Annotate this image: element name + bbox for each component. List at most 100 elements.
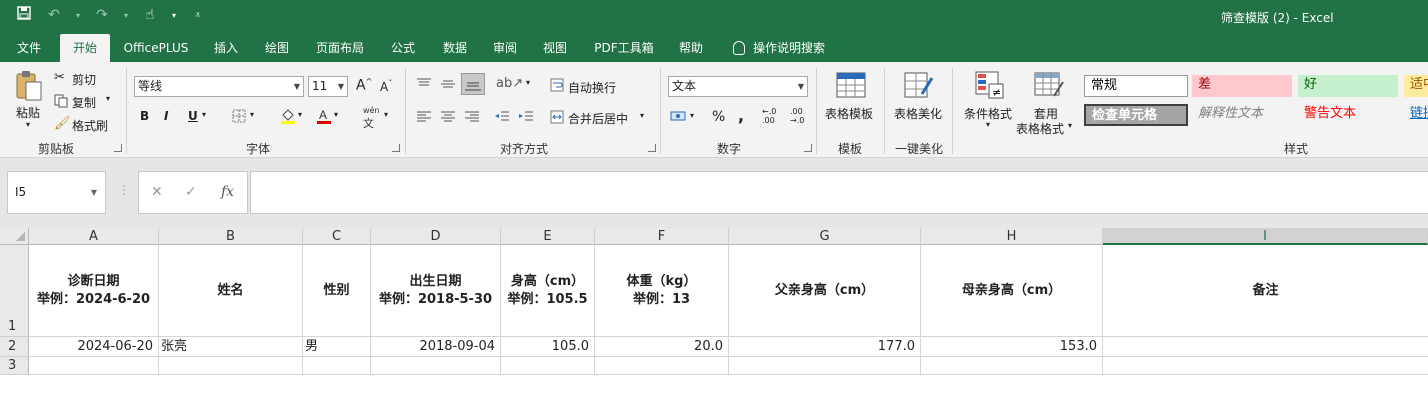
touch-mode-icon[interactable]: ☝	[140, 7, 160, 23]
format-as-table-dropdown-icon[interactable]: ▾	[1068, 121, 1072, 130]
row-header-1[interactable]: 1	[0, 245, 29, 337]
cell-g2[interactable]: 177.0	[729, 337, 921, 357]
comma-style-button[interactable]: ,	[738, 106, 744, 125]
style-explanatory[interactable]: 解释性文本	[1192, 104, 1292, 126]
decrease-decimal-button[interactable]: .00 →.0	[790, 107, 810, 125]
select-all-button[interactable]	[0, 228, 29, 245]
borders-dropdown-icon[interactable]: ▾	[250, 110, 254, 119]
cell-i3[interactable]	[1103, 357, 1428, 375]
tab-insert[interactable]: 插入	[204, 34, 248, 62]
copy-dropdown-icon[interactable]: ▾	[106, 94, 110, 103]
merge-center-button[interactable]: 合并后居中	[568, 110, 628, 127]
tab-page-layout[interactable]: 页面布局	[306, 34, 374, 62]
cell-b1[interactable]: 姓名	[159, 245, 303, 337]
style-neutral[interactable]: 适中	[1404, 75, 1428, 97]
font-color-dropdown-icon[interactable]: ▾	[334, 110, 338, 119]
column-header-d[interactable]: D	[371, 228, 501, 245]
tab-officeplus[interactable]: OfficePLUS	[116, 34, 196, 62]
font-size-select[interactable]: 11 ▼	[308, 76, 348, 97]
cell-a1[interactable]: 诊断日期 举例：2024-6-20	[29, 245, 159, 337]
style-check-cell[interactable]: 检查单元格	[1084, 104, 1188, 126]
cell-f1[interactable]: 体重（kg） 举例：13	[595, 245, 729, 337]
tab-home[interactable]: 开始	[60, 34, 110, 62]
copy-icon[interactable]	[54, 94, 68, 111]
merge-dropdown-icon[interactable]: ▾	[640, 111, 644, 120]
format-painter-button[interactable]: 格式刷	[72, 117, 108, 134]
font-name-select[interactable]: 等线 ▼	[134, 76, 304, 97]
percent-style-button[interactable]: %	[712, 109, 725, 125]
merge-center-icon[interactable]	[550, 110, 564, 127]
cell-f2[interactable]: 20.0	[595, 337, 729, 357]
increase-indent-icon[interactable]	[518, 110, 534, 127]
conditional-dropdown-icon[interactable]: ▾	[986, 120, 990, 129]
cell-f3[interactable]	[595, 357, 729, 375]
cell-c1[interactable]: 性别	[303, 245, 371, 337]
name-box[interactable]: I5 ▼	[7, 171, 106, 214]
align-bottom-icon[interactable]	[461, 73, 485, 95]
align-top-icon[interactable]	[416, 77, 432, 94]
redo-icon[interactable]: ↷	[92, 7, 112, 23]
number-format-select[interactable]: 文本 ▼	[668, 76, 808, 97]
format-as-table-icon[interactable]	[1034, 70, 1064, 103]
cell-g1[interactable]: 父亲身高（cm）	[729, 245, 921, 337]
tab-draw[interactable]: 绘图	[254, 34, 300, 62]
orientation-icon[interactable]: ab↗	[496, 76, 523, 91]
column-header-f[interactable]: F	[595, 228, 729, 245]
tab-file[interactable]: 文件	[6, 34, 52, 62]
column-header-h[interactable]: H	[921, 228, 1103, 245]
clipboard-launcher-icon[interactable]	[114, 144, 122, 152]
cell-d2[interactable]: 2018-09-04	[371, 337, 501, 357]
cell-b2[interactable]: 张亮	[159, 337, 303, 357]
underline-dropdown-icon[interactable]: ▾	[202, 110, 206, 119]
column-header-a[interactable]: A	[29, 228, 159, 245]
align-center-icon[interactable]	[440, 110, 456, 127]
table-template-icon[interactable]	[836, 70, 866, 103]
table-beautify-icon[interactable]	[904, 70, 934, 103]
fill-color-icon[interactable]	[280, 107, 296, 128]
enter-icon[interactable]: ✓	[185, 184, 197, 200]
row-header-2[interactable]: 2	[0, 337, 29, 357]
style-normal[interactable]: 常规	[1084, 75, 1188, 97]
style-bad[interactable]: 差	[1192, 75, 1292, 97]
cell-e3[interactable]	[501, 357, 595, 375]
paste-icon[interactable]	[14, 70, 44, 105]
font-launcher-icon[interactable]	[392, 144, 400, 152]
touch-dropdown-icon[interactable]: ▾	[170, 11, 178, 20]
paste-button[interactable]: 粘贴	[16, 104, 40, 121]
cell-i2[interactable]	[1103, 337, 1428, 357]
cell-c3[interactable]	[303, 357, 371, 375]
column-header-c[interactable]: C	[303, 228, 371, 245]
alignment-launcher-icon[interactable]	[648, 144, 656, 152]
cell-h1[interactable]: 母亲身高（cm）	[921, 245, 1103, 337]
align-right-icon[interactable]	[464, 110, 480, 127]
style-good[interactable]: 好	[1298, 75, 1398, 97]
save-icon[interactable]	[14, 6, 34, 24]
cell-d3[interactable]	[371, 357, 501, 375]
column-header-i[interactable]: I	[1103, 228, 1428, 245]
redo-dropdown-icon[interactable]: ▾	[122, 11, 130, 20]
undo-icon[interactable]: ↶	[44, 7, 64, 23]
copy-button[interactable]: 复制	[72, 94, 96, 111]
accounting-dropdown-icon[interactable]: ▾	[690, 111, 694, 120]
tab-data[interactable]: 数据	[432, 34, 478, 62]
cell-h3[interactable]	[921, 357, 1103, 375]
table-beautify-button[interactable]: 表格美化	[894, 105, 942, 122]
paste-dropdown-icon[interactable]: ▾	[26, 120, 30, 129]
table-template-button[interactable]: 表格模板	[825, 105, 873, 122]
wrap-text-icon[interactable]	[550, 78, 564, 95]
underline-button[interactable]: U	[188, 109, 198, 123]
tell-me-search[interactable]: 操作说明搜索	[733, 34, 825, 62]
cell-i1[interactable]: 备注	[1103, 245, 1428, 337]
undo-dropdown-icon[interactable]: ▾	[74, 11, 82, 20]
formula-bar-grip-icon[interactable]: ⋮	[118, 183, 130, 197]
format-painter-icon[interactable]: 🖌	[54, 116, 71, 131]
number-launcher-icon[interactable]	[804, 144, 812, 152]
cell-h2[interactable]: 153.0	[921, 337, 1103, 357]
fill-color-dropdown-icon[interactable]: ▾	[298, 110, 302, 119]
tab-review[interactable]: 审阅	[482, 34, 528, 62]
tab-pdf-toolbox[interactable]: PDF工具箱	[586, 34, 662, 62]
format-as-table-label-2[interactable]: 表格格式	[1016, 120, 1064, 137]
bold-button[interactable]: B	[140, 109, 149, 123]
tab-view[interactable]: 视图	[532, 34, 578, 62]
cell-c2[interactable]: 男	[303, 337, 371, 357]
